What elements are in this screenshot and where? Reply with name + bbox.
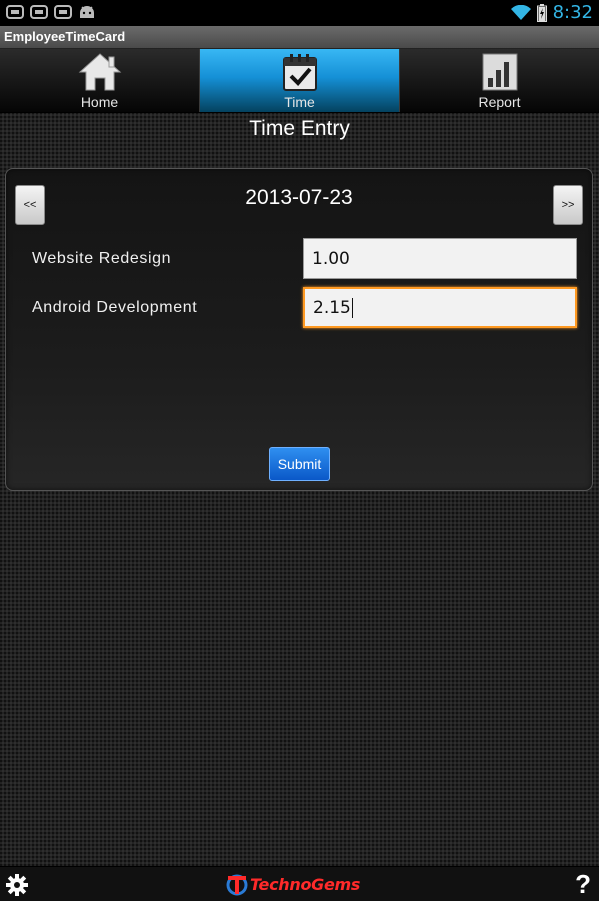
tab-time[interactable]: Time xyxy=(200,49,400,112)
next-day-button[interactable]: >> xyxy=(553,185,583,225)
project-label-android-development: Android Development xyxy=(32,299,198,316)
brand-name: TechnoGems xyxy=(250,874,361,894)
tab-report[interactable]: Report xyxy=(400,49,599,112)
hours-input-android-development[interactable]: 2.15 xyxy=(303,287,577,328)
hours-value: 1.00 xyxy=(312,248,350,269)
notification-icon xyxy=(30,5,48,19)
calendar-check-icon xyxy=(282,54,317,91)
page-title: Time Entry xyxy=(249,117,350,140)
clock: 8:32 xyxy=(552,2,593,23)
status-bar: 8:32 xyxy=(0,0,599,26)
tab-home-label: Home xyxy=(80,94,119,110)
brand-logo: TechnoGems xyxy=(226,872,360,896)
help-button[interactable]: ? xyxy=(575,869,591,900)
title-bar: EmployeeTimeCard xyxy=(0,26,599,49)
tab-home[interactable]: Home xyxy=(0,49,200,112)
technogems-logo-icon xyxy=(226,874,248,896)
android-icon xyxy=(80,6,94,18)
wifi-icon xyxy=(510,4,531,20)
home-icon xyxy=(78,53,121,91)
project-label-website-redesign: Website Redesign xyxy=(32,250,172,267)
notification-icon xyxy=(6,5,24,19)
tab-time-label: Time xyxy=(284,94,315,110)
notification-icon xyxy=(54,5,72,19)
hours-input-website-redesign[interactable]: 1.00 xyxy=(303,238,577,279)
gear-icon[interactable] xyxy=(6,874,28,896)
entry-date: 2013-07-23 xyxy=(245,186,353,209)
app-title: EmployeeTimeCard xyxy=(4,29,126,44)
footer-bar: TechnoGems ? xyxy=(0,866,599,901)
hours-value: 2.15 xyxy=(313,297,351,318)
bar-chart-icon xyxy=(482,53,517,91)
tab-bar: Home Time Report xyxy=(0,49,599,113)
tab-report-label: Report xyxy=(478,94,521,110)
battery-charging-icon xyxy=(536,3,547,22)
text-cursor xyxy=(351,297,353,318)
time-entry-panel: << 2013-07-23 >> Website Redesign 1.00 A… xyxy=(5,168,593,491)
submit-button[interactable]: Submit xyxy=(269,447,330,481)
notification-icons xyxy=(6,5,96,19)
